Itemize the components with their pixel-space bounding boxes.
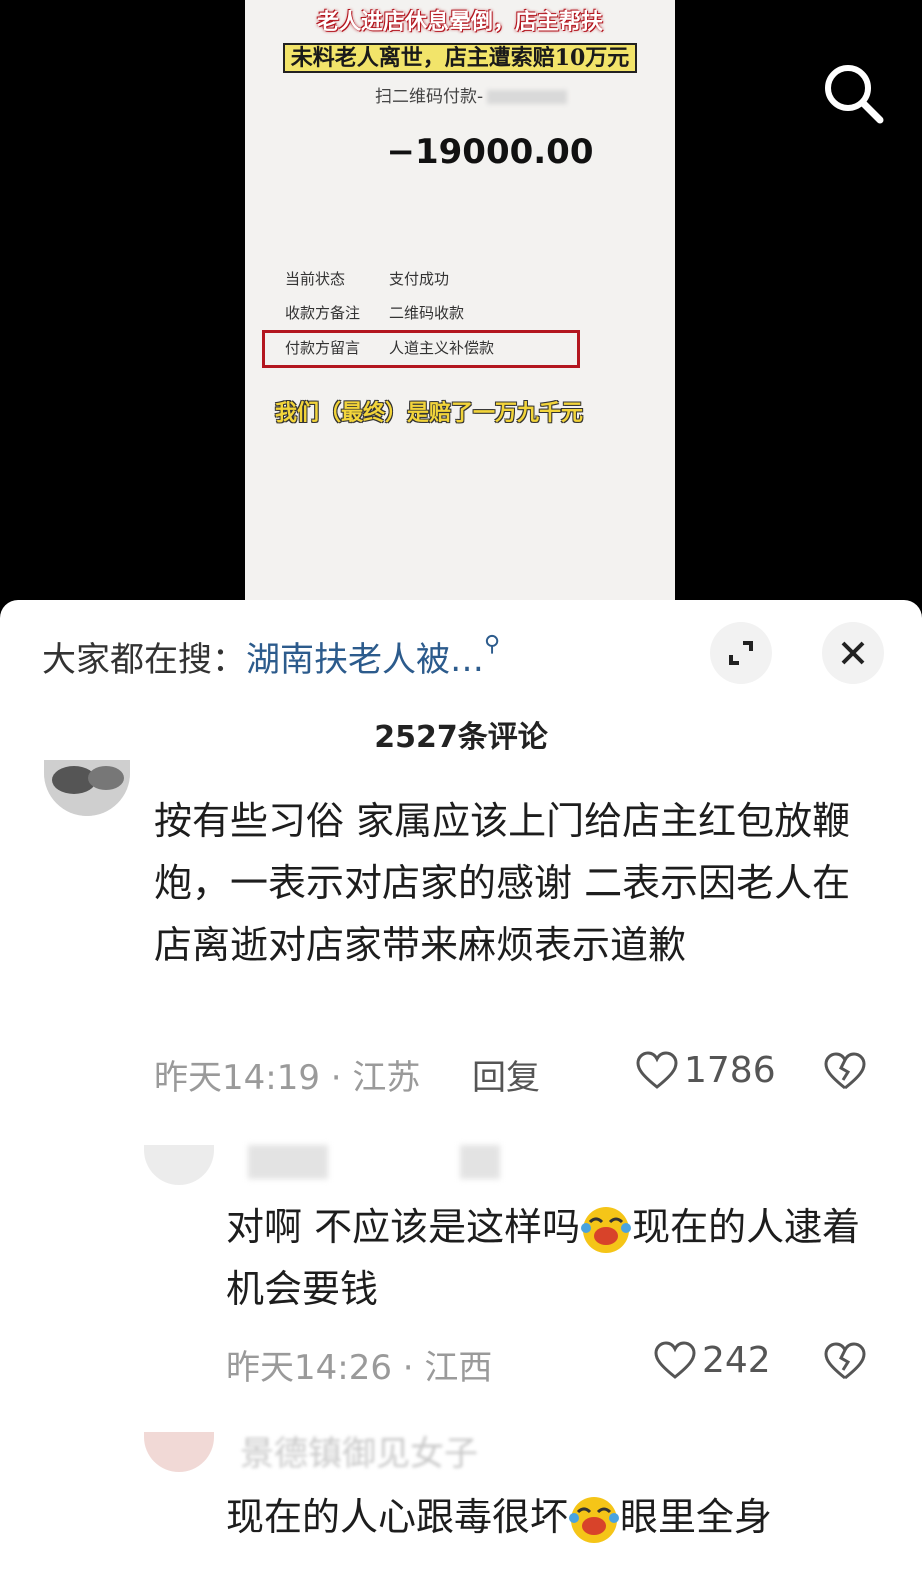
like-count: 1786 — [684, 1050, 776, 1091]
username-blurred: 景德镇御见女子 — [240, 1434, 478, 1474]
video-caption-bottom: 我们（最终）是赔了一万九千元 — [275, 401, 584, 426]
payer-message-row: 付款方留言 人道主义补偿款 — [285, 339, 495, 357]
avatar[interactable] — [44, 760, 130, 816]
close-icon[interactable] — [822, 622, 884, 684]
reply-text: 现在的人心跟毒很坏 眼里全身 — [226, 1486, 876, 1548]
comment-sheet: 大家都在搜：湖南扶老人被…⚲ 2527条评论 按有些习俗 家属应该上门给店主红包… — [0, 600, 922, 1581]
dislike-broken-heart-icon[interactable] — [824, 1052, 866, 1096]
scan-label: 扫二维码付款- — [375, 82, 568, 107]
like-button[interactable]: 242 — [654, 1340, 771, 1381]
avatar[interactable] — [144, 1432, 214, 1472]
like-button[interactable]: 1786 — [636, 1050, 776, 1091]
dislike-broken-heart-icon[interactable] — [824, 1342, 866, 1386]
payment-amount: −19000.00 — [386, 132, 594, 172]
heart-icon — [654, 1340, 696, 1379]
search-suggestion[interactable]: 大家都在搜：湖南扶老人被…⚲ — [42, 632, 500, 681]
search-icon[interactable] — [818, 58, 888, 128]
avatar[interactable] — [144, 1145, 214, 1185]
expand-icon[interactable] — [710, 622, 772, 684]
comment-text: 按有些习俗 家属应该上门给店主红包放鞭炮，一表示对店家的感谢 二表示因老人在店离… — [154, 799, 851, 967]
heart-icon — [636, 1050, 678, 1089]
status-row: 当前状态 支付成功 — [285, 270, 450, 288]
video-player[interactable]: 老人进店休息晕倒，店主帮扶 未料老人离世，店主遭索赔10万元 扫二维码付款- −… — [0, 0, 922, 610]
suggestion-keyword[interactable]: 湖南扶老人被… — [246, 640, 484, 680]
payee-note-row: 收款方备注 二维码收款 — [285, 304, 465, 322]
video-caption-top: 老人进店休息晕倒，店主帮扶 — [316, 9, 603, 35]
username-blurred — [248, 1145, 328, 1179]
video-frame: 老人进店休息晕倒，店主帮扶 未料老人离世，店主遭索赔10万元 扫二维码付款- −… — [245, 0, 675, 610]
reply-meta: 昨天14:26 · 江西 — [226, 1348, 493, 1388]
reply-button[interactable]: 回复 — [472, 1050, 540, 1099]
reply-text: 对啊 不应该是这样吗 现在的人逮着机会要钱 — [226, 1204, 861, 1311]
crying-laughing-emoji-icon — [580, 1204, 632, 1256]
video-caption-second: 未料老人离世，店主遭索赔10万元 — [245, 40, 675, 73]
crying-laughing-emoji-icon — [568, 1494, 620, 1546]
search-small-icon: ⚲ — [484, 632, 501, 657]
like-count: 242 — [702, 1340, 771, 1381]
comment-meta: 昨天14:19 · 江苏 — [154, 1058, 421, 1098]
username-blurred — [460, 1145, 500, 1179]
comment-count: 2527条评论 — [374, 720, 548, 755]
